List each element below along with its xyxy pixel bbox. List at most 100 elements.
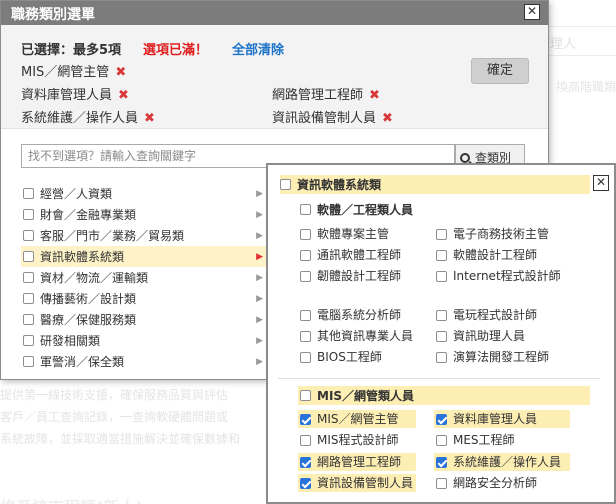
subcategory-item[interactable]: 韌體設計工程師 [298, 267, 401, 285]
remove-icon[interactable]: ✖ [118, 88, 129, 103]
category-label: 研發相關類 [40, 334, 101, 348]
subcategory-checkbox[interactable] [436, 331, 447, 342]
subcategory-checkbox[interactable] [300, 457, 311, 468]
subcategory-item[interactable]: 網路安全分析師 [434, 474, 570, 492]
subcategory-item[interactable]: 電玩程式設計師 [434, 306, 537, 324]
subcategory-label: 電子商務技術主管 [453, 227, 550, 241]
subcategory-checkbox[interactable] [300, 229, 311, 240]
subcategory-item[interactable]: 電子商務技術主管 [434, 225, 549, 243]
category-checkbox[interactable] [23, 356, 34, 367]
selected-chip: MIS／網管主管 ✖ [21, 61, 126, 80]
close-dialog-button[interactable]: ✕ [524, 4, 540, 20]
category-item[interactable]: 客服／門市／業務／貿易類 ▶ [21, 225, 269, 246]
category-label: 軍警消／保全類 [40, 355, 125, 369]
subcategory-item[interactable]: Internet程式設計師 [434, 267, 562, 285]
subcategory-label: MIS／網管主管 [317, 412, 399, 426]
category-item[interactable]: 軍警消／保全類 ▶ [21, 351, 269, 372]
category-label: 資訊軟體系統類 [40, 250, 125, 264]
subcategory-checkbox[interactable] [436, 478, 447, 489]
subcategory-item[interactable]: 其他資訊專業人員 [298, 327, 413, 345]
category-checkbox[interactable] [23, 335, 34, 346]
clear-all-link[interactable]: 全部清除 [232, 39, 284, 58]
category-label: 資材／物流／運輸類 [40, 271, 149, 285]
subcategory-item[interactable]: MES工程師 [434, 431, 570, 449]
subcategory-checkbox[interactable] [300, 478, 311, 489]
remove-icon[interactable]: ✖ [382, 111, 393, 126]
subcategory-label: 軟體專案主管 [317, 227, 390, 241]
chip-label: MIS／網管主管 [21, 65, 110, 80]
subcategory-checkbox[interactable] [300, 271, 311, 282]
subcategory-checkbox[interactable] [436, 229, 447, 240]
subcategory-item[interactable]: 網路管理工程師 [298, 453, 416, 471]
subcategory-checkbox[interactable] [300, 250, 311, 261]
subcategory-item[interactable]: 軟體設計工程師 [434, 246, 537, 264]
subcategory-checkbox[interactable] [436, 352, 447, 363]
subcategory-checkbox[interactable] [436, 457, 447, 468]
subcategory-item[interactable]: 資訊助理人員 [434, 327, 525, 345]
search-icon [460, 153, 470, 163]
category-checkbox[interactable] [23, 251, 34, 262]
subcategory-checkbox[interactable] [300, 352, 311, 363]
group-checkbox[interactable] [300, 204, 311, 215]
subcategory-item[interactable]: MIS程式設計師 [298, 431, 416, 449]
category-item[interactable]: 研發相關類 ▶ [21, 330, 269, 351]
chevron-right-icon: ▶ [256, 251, 263, 262]
subcategory-checkbox[interactable] [300, 331, 311, 342]
remove-icon[interactable]: ✖ [369, 88, 380, 103]
subcategory-label: 韌體設計工程師 [317, 269, 402, 283]
subcategory-label: 電腦系統分析師 [317, 308, 402, 322]
subcategory-label: 通訊軟體工程師 [317, 248, 402, 262]
subcategory-item[interactable]: 系統維護／操作人員 [434, 453, 570, 471]
subcategory-item[interactable]: 軟體專案主管 [298, 225, 389, 243]
chip-label: 資料庫管理人員 [21, 88, 113, 103]
subcategory-item[interactable]: MIS／網管主管 [298, 410, 416, 428]
subcategory-item[interactable]: 電腦系統分析師 [298, 306, 401, 324]
subcategory-item[interactable]: BIOS工程師 [298, 348, 382, 366]
subcategory-label: 資訊設備管制人員 [317, 476, 414, 490]
chevron-right-icon: ▶ [256, 335, 263, 346]
category-checkbox[interactable] [23, 272, 34, 283]
divider [278, 378, 600, 379]
category-checkbox[interactable] [23, 209, 34, 220]
subcategory-item[interactable]: 資訊設備管制人員 [298, 474, 416, 492]
chip-label: 資訊設備管制人員 [272, 111, 377, 126]
subcategory-checkbox[interactable] [436, 250, 447, 261]
selected-chip: 資料庫管理人員 ✖ [21, 84, 129, 103]
subcategory-panel: 資訊軟體系統類 ✕ 軟體／工程類人員 MIS／網管類人員 軟體專案主管 電子商務技… [266, 163, 616, 504]
subcategory-checkbox[interactable] [436, 271, 447, 282]
subcategory-checkbox[interactable] [436, 310, 447, 321]
category-item[interactable]: 醫療／保健服務類 ▶ [21, 309, 269, 330]
subcategory-checkbox[interactable] [436, 414, 447, 425]
selected-area: 已選擇：最多5項 選項已滿！ 全部清除 確定 MIS／網管主管 ✖ 資料庫管理人員… [1, 25, 548, 129]
subcategory-checkbox[interactable] [300, 414, 311, 425]
category-item[interactable]: 資材／物流／運輸類 ▶ [21, 267, 269, 288]
subcategory-label: 電玩程式設計師 [453, 308, 538, 322]
remove-icon[interactable]: ✖ [115, 65, 126, 80]
subcategory-item[interactable]: 演算法開發工程師 [434, 348, 549, 366]
group-checkbox[interactable] [300, 390, 311, 401]
subcategory-label: BIOS工程師 [317, 350, 382, 364]
category-item[interactable]: 財會／金融專業類 ▶ [21, 204, 269, 225]
subcategory-checkbox[interactable] [300, 435, 311, 446]
confirm-button[interactable]: 確定 [471, 58, 529, 84]
category-checkbox[interactable] [23, 314, 34, 325]
subcategory-checkbox[interactable] [300, 310, 311, 321]
remove-icon[interactable]: ✖ [144, 111, 155, 126]
chevron-right-icon: ▶ [256, 230, 263, 241]
subcategory-label: 資訊助理人員 [453, 329, 526, 343]
close-subpanel-button[interactable]: ✕ [593, 175, 609, 191]
selected-chip: 網路管理工程師 ✖ [272, 84, 380, 103]
subcategory-item[interactable]: 資料庫管理人員 [434, 410, 570, 428]
category-label: 經營／人資類 [40, 187, 113, 201]
category-checkbox[interactable] [23, 188, 34, 199]
select-all-checkbox[interactable] [280, 179, 291, 190]
category-item[interactable]: 經營／人資類 ▶ [21, 183, 269, 204]
category-checkbox[interactable] [23, 230, 34, 241]
group-header-mis: MIS／網管類人員 [298, 386, 590, 405]
chip-label: 網路管理工程師 [272, 88, 364, 103]
category-item[interactable]: 資訊軟體系統類 ▶ [21, 246, 269, 267]
subcategory-item[interactable]: 通訊軟體工程師 [298, 246, 401, 264]
subcategory-checkbox[interactable] [436, 435, 447, 446]
category-checkbox[interactable] [23, 293, 34, 304]
category-item[interactable]: 傳播藝術／設計類 ▶ [21, 288, 269, 309]
